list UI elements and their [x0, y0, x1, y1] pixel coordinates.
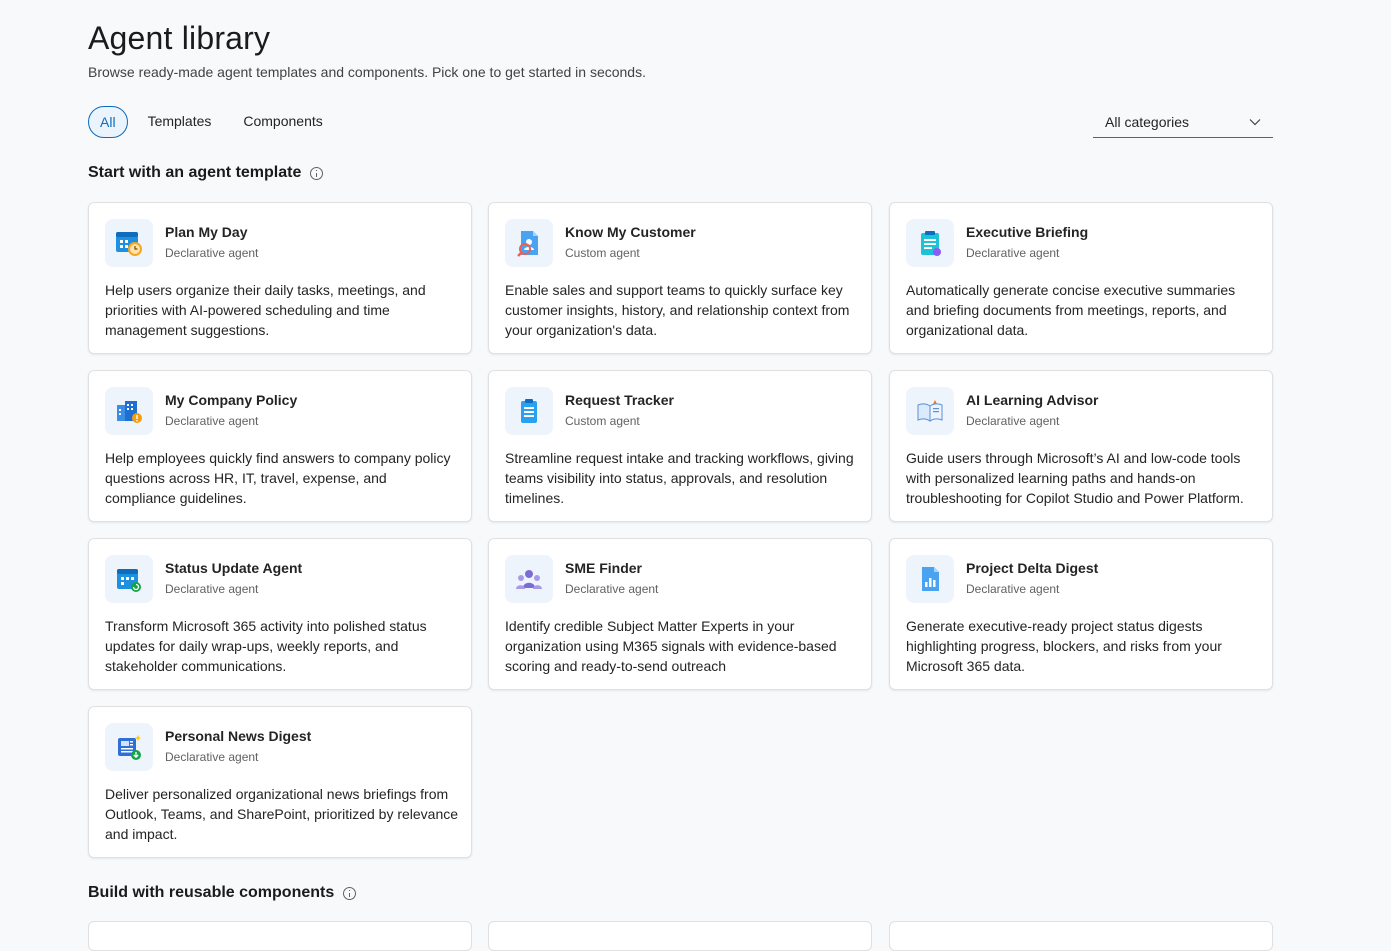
- clipboard-list-icon: [505, 387, 553, 435]
- card-agent-type: Declarative agent: [165, 750, 259, 764]
- card-description: Generate executive-ready project status …: [906, 618, 1222, 674]
- card-title: Know My Customer: [565, 224, 696, 240]
- template-card-request-tracker[interactable]: Request Tracker Custom agent Streamline …: [488, 370, 872, 522]
- chevron-down-icon: [1249, 119, 1261, 126]
- template-card-plan-my-day[interactable]: Plan My Day Declarative agent Help users…: [88, 202, 472, 354]
- templates-section-title: Start with an agent template: [88, 164, 302, 181]
- component-card[interactable]: [488, 921, 872, 951]
- card-agent-type: Custom agent: [565, 414, 640, 428]
- news-download-icon: [105, 723, 153, 771]
- card-title: Personal News Digest: [165, 728, 312, 744]
- clipboard-briefing-icon: [906, 219, 954, 267]
- page-subtitle: Browse ready-made agent templates and co…: [88, 64, 646, 80]
- calendar-clock-icon: [105, 219, 153, 267]
- card-description: Help users organize their daily tasks, m…: [105, 282, 426, 338]
- card-title: Plan My Day: [165, 224, 248, 240]
- card-title: Request Tracker: [565, 392, 674, 408]
- filter-tabs: All Templates Components: [88, 106, 343, 138]
- template-card-sme-finder[interactable]: SME Finder Declarative agent Identify cr…: [488, 538, 872, 690]
- card-title: AI Learning Advisor: [966, 392, 1099, 408]
- template-card-status-update-agent[interactable]: Status Update Agent Declarative agent Tr…: [88, 538, 472, 690]
- components-section-heading: Build with reusable components: [88, 884, 357, 902]
- card-description: Guide users through Microsoft’s AI and l…: [906, 450, 1244, 506]
- card-title: My Company Policy: [165, 392, 298, 408]
- open-book-icon: [906, 387, 954, 435]
- tab-all[interactable]: All: [88, 106, 128, 138]
- card-description: Deliver personalized organizational news…: [105, 786, 459, 842]
- document-chart-icon: [906, 555, 954, 603]
- card-agent-type: Custom agent: [565, 246, 640, 260]
- building-policy-icon: [105, 387, 153, 435]
- card-description: Help employees quickly find answers to c…: [105, 450, 451, 506]
- template-card-ai-learning-advisor[interactable]: AI Learning Advisor Declarative agent Gu…: [889, 370, 1273, 522]
- templates-section-heading: Start with an agent template: [88, 164, 324, 182]
- card-title: Status Update Agent: [165, 560, 303, 576]
- component-card[interactable]: [889, 921, 1273, 951]
- card-description: Streamline request intake and tracking w…: [505, 450, 854, 506]
- template-card-know-my-customer[interactable]: Know My Customer Custom agent Enable sal…: [488, 202, 872, 354]
- card-agent-type: Declarative agent: [565, 582, 659, 596]
- page-title: Agent library: [88, 20, 271, 56]
- info-icon[interactable]: [343, 886, 357, 900]
- customer-search-icon: [505, 219, 553, 267]
- card-description: Enable sales and support teams to quickl…: [505, 282, 850, 338]
- card-title: Project Delta Digest: [966, 560, 1099, 576]
- template-card-personal-news-digest[interactable]: Personal News Digest Declarative agent D…: [88, 706, 472, 858]
- card-description: Transform Microsoft 365 activity into po…: [105, 618, 427, 674]
- card-description: Automatically generate concise executive…: [906, 282, 1236, 338]
- tab-components[interactable]: Components: [231, 106, 334, 138]
- template-card-executive-briefing[interactable]: Executive Briefing Declarative agent Aut…: [889, 202, 1273, 354]
- card-agent-type: Declarative agent: [165, 582, 259, 596]
- card-agent-type: Declarative agent: [165, 246, 259, 260]
- card-agent-type: Declarative agent: [966, 582, 1060, 596]
- component-card[interactable]: [88, 921, 472, 951]
- template-card-my-company-policy[interactable]: My Company Policy Declarative agent Help…: [88, 370, 472, 522]
- category-dropdown-value: All categories: [1105, 114, 1190, 130]
- card-title: SME Finder: [565, 560, 643, 576]
- info-icon[interactable]: [310, 166, 324, 180]
- tab-templates[interactable]: Templates: [136, 106, 224, 138]
- category-dropdown[interactable]: All categories: [1093, 106, 1273, 138]
- calendar-refresh-icon: [105, 555, 153, 603]
- card-title: Executive Briefing: [966, 224, 1089, 240]
- components-section-title: Build with reusable components: [88, 884, 335, 901]
- card-agent-type: Declarative agent: [966, 246, 1060, 260]
- card-description: Identify credible Subject Matter Experts…: [505, 618, 837, 674]
- template-card-project-delta-digest[interactable]: Project Delta Digest Declarative agent G…: [889, 538, 1273, 690]
- card-agent-type: Declarative agent: [165, 414, 259, 428]
- people-group-icon: [505, 555, 553, 603]
- card-agent-type: Declarative agent: [966, 414, 1060, 428]
